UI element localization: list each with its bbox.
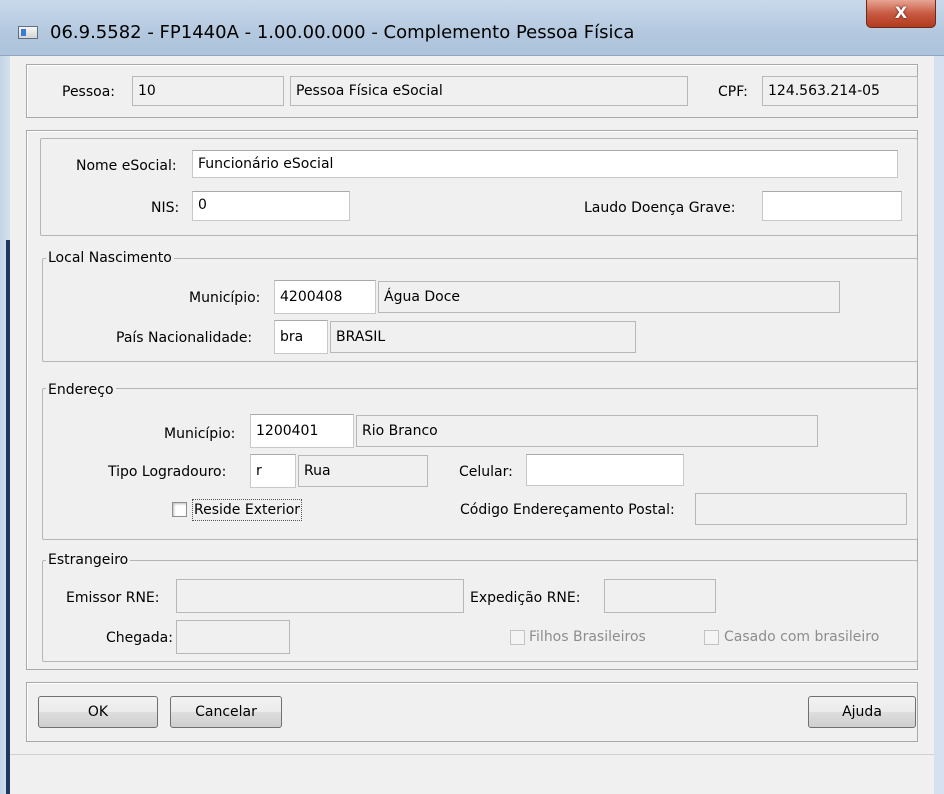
pessoa-label: Pessoa: (62, 84, 116, 100)
window-title: 06.9.5582 - FP1440A - 1.00.00.000 - Comp… (50, 22, 635, 43)
window-frame-right (934, 56, 944, 794)
cancelar-button[interactable]: Cancelar (170, 696, 282, 728)
close-button[interactable]: X (866, 0, 936, 28)
local-nascimento-legend: Local Nascimento (46, 249, 174, 267)
status-bar (10, 754, 934, 794)
tipo-logradouro-label: Tipo Logradouro: (108, 464, 227, 480)
ok-button[interactable]: OK (38, 696, 158, 728)
cpf-field[interactable]: 124.563.214-05 (762, 76, 918, 106)
pais-nome-field[interactable]: BRASIL (330, 321, 636, 353)
nis-field[interactable]: 0 (192, 191, 350, 221)
pais-nacionalidade-label: País Nacionalidade: (116, 330, 253, 346)
endereco-municipio-code-field[interactable]: 1200401 (250, 414, 354, 448)
emissor-rne-label: Emissor RNE: (66, 590, 160, 606)
tipo-logradouro-code-field[interactable]: r (250, 454, 296, 488)
button-bar (26, 682, 918, 742)
tipo-logradouro-name-field[interactable]: Rua (298, 455, 428, 487)
pessoa-name-field[interactable]: Pessoa Física eSocial (290, 76, 688, 106)
reside-exterior-checkbox[interactable] (172, 502, 187, 517)
nascimento-municipio-label: Município: (189, 290, 261, 306)
nascimento-municipio-code-field[interactable]: 4200408 (274, 280, 376, 314)
app-icon (18, 26, 38, 39)
emissor-rne-field[interactable] (176, 579, 464, 613)
pais-codigo-field[interactable]: bra (274, 320, 328, 354)
endereco-municipio-name-field[interactable]: Rio Branco (356, 415, 818, 447)
chegada-field[interactable] (176, 620, 290, 654)
cpf-label: CPF: (718, 84, 748, 100)
nis-label: NIS: (151, 200, 180, 216)
cep-field[interactable] (695, 493, 907, 525)
expedicao-rne-field[interactable] (604, 579, 716, 613)
laudo-doenca-grave-field[interactable] (762, 191, 902, 221)
endereco-municipio-label: Município: (164, 426, 236, 442)
expedicao-rne-label: Expedição RNE: (470, 590, 581, 606)
estrangeiro-legend: Estrangeiro (46, 551, 131, 569)
filhos-brasileiros-checkbox[interactable] (510, 630, 525, 645)
celular-label: Celular: (459, 464, 513, 480)
cep-label: Código Endereçamento Postal: (460, 502, 675, 518)
nome-esocial-label: Nome eSocial: (76, 158, 177, 174)
nascimento-municipio-name-field[interactable]: Água Doce (378, 281, 840, 313)
celular-field[interactable] (526, 454, 684, 486)
nome-esocial-field[interactable]: Funcionário eSocial (192, 150, 898, 178)
pessoa-code-field[interactable]: 10 (132, 76, 284, 106)
endereco-legend: Endereço (46, 381, 116, 399)
laudo-doenca-grave-label: Laudo Doença Grave: (584, 200, 736, 216)
ajuda-button[interactable]: Ajuda (808, 696, 916, 728)
casado-com-brasileiro-checkbox[interactable] (704, 630, 719, 645)
filhos-brasileiros-label: Filhos Brasileiros (529, 629, 646, 645)
casado-com-brasileiro-label: Casado com brasileiro (724, 629, 880, 645)
reside-exterior-label[interactable]: Reside Exterior (192, 499, 303, 521)
chegada-label: Chegada: (106, 630, 173, 646)
